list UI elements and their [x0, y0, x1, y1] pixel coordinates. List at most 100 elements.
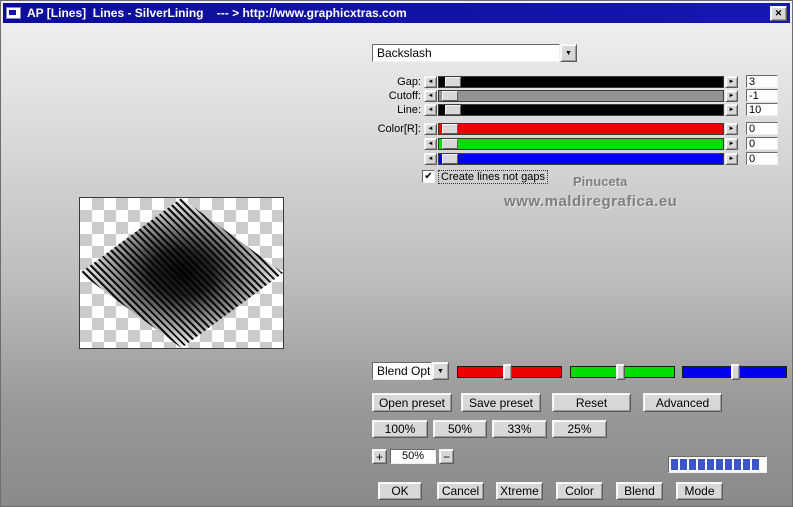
- slider-left-arrow[interactable]: ◄: [424, 152, 437, 165]
- slider-label: Cutoff:: [388, 89, 421, 102]
- slider-label: Gap:: [397, 75, 421, 88]
- blend-options-arrow-button[interactable]: ▼: [432, 362, 449, 380]
- left-arrow-icon: ◄: [427, 78, 434, 85]
- slider-value-gap[interactable]: [746, 75, 778, 88]
- left-arrow-icon: ◄: [427, 155, 434, 162]
- right-arrow-icon: ►: [728, 106, 735, 113]
- zoom-minus-button[interactable]: −: [439, 449, 454, 464]
- slider-thumb[interactable]: [441, 153, 458, 164]
- left-arrow-icon: ◄: [427, 92, 434, 99]
- color-button[interactable]: Color: [556, 482, 603, 500]
- progress-segment: [671, 459, 678, 470]
- plugin-window: AP [Lines] Lines - SilverLining --- > ht…: [0, 0, 793, 507]
- cancel-button[interactable]: Cancel: [437, 482, 484, 500]
- left-arrow-icon: ◄: [427, 106, 434, 113]
- chevron-down-icon: ▼: [437, 367, 444, 375]
- green-channel-slider[interactable]: [570, 364, 675, 380]
- slider-track[interactable]: [438, 103, 724, 116]
- slider-right-arrow[interactable]: ►: [725, 137, 738, 150]
- lines-diamond-graphic: [80, 198, 283, 348]
- progress-segment: [734, 459, 741, 470]
- left-arrow-icon: ◄: [427, 125, 434, 132]
- zoom-plus-button[interactable]: +: [372, 449, 387, 464]
- slider-thumb[interactable]: [444, 104, 461, 115]
- slider-left-arrow[interactable]: ◄: [424, 137, 437, 150]
- ok-button[interactable]: OK: [378, 482, 422, 500]
- slider-row-color-b: ◄ ►: [359, 152, 738, 165]
- slider-right-arrow[interactable]: ►: [725, 75, 738, 88]
- progress-segment: [725, 459, 732, 470]
- slider-label: Line:: [397, 103, 421, 116]
- green-slider-thumb[interactable]: [616, 364, 626, 380]
- slider-thumb[interactable]: [444, 76, 461, 87]
- close-button[interactable]: ✕: [770, 5, 787, 21]
- slider-thumb[interactable]: [441, 138, 458, 149]
- slider-track[interactable]: [438, 137, 724, 150]
- slider-right-arrow[interactable]: ►: [725, 122, 738, 135]
- shape-preset-dropdown[interactable]: Backslash ▼: [372, 44, 577, 62]
- slider-track[interactable]: [438, 75, 724, 88]
- slider-right-arrow[interactable]: ►: [725, 152, 738, 165]
- zoom-50-button[interactable]: 50%: [433, 420, 487, 438]
- blend-options-dropdown[interactable]: Blend Opti ▼: [372, 362, 449, 380]
- create-lines-label[interactable]: Create lines not gaps: [438, 169, 548, 184]
- slider-thumb[interactable]: [441, 123, 458, 134]
- chevron-down-icon: ▼: [565, 49, 572, 57]
- right-arrow-icon: ►: [728, 78, 735, 85]
- progress-segment: [752, 459, 759, 470]
- blend-button[interactable]: Blend: [616, 482, 663, 500]
- zoom-value-display: 50%: [390, 449, 436, 464]
- slider-left-arrow[interactable]: ◄: [424, 103, 437, 116]
- watermark-url: www.maldiregrafica.eu: [504, 193, 678, 210]
- slider-label: Color[R]:: [377, 122, 421, 135]
- slider-left-arrow[interactable]: ◄: [424, 122, 437, 135]
- app-icon: [6, 7, 21, 19]
- right-arrow-icon: ►: [728, 92, 735, 99]
- close-icon: ✕: [774, 7, 783, 18]
- advanced-button[interactable]: Advanced: [643, 393, 722, 412]
- progress-segment: [698, 459, 705, 470]
- right-arrow-icon: ►: [728, 155, 735, 162]
- progress-bar: [668, 456, 767, 473]
- progress-segment: [743, 459, 750, 470]
- slider-row-gap: Gap: ◄ ►: [359, 75, 738, 88]
- zoom-100-button[interactable]: 100%: [372, 420, 428, 438]
- progress-segment: [707, 459, 714, 470]
- slider-row-color-r: Color[R]: ◄ ►: [359, 122, 738, 135]
- preview-canvas[interactable]: [79, 197, 284, 349]
- slider-thumb[interactable]: [441, 90, 458, 101]
- slider-left-arrow[interactable]: ◄: [424, 89, 437, 102]
- watermark-name: Pinuceta: [573, 174, 628, 189]
- create-lines-row: ✔ Create lines not gaps: [422, 169, 548, 184]
- xtreme-button[interactable]: Xtreme: [496, 482, 543, 500]
- blue-slider-thumb[interactable]: [731, 364, 741, 380]
- right-arrow-icon: ►: [728, 125, 735, 132]
- slider-value-line[interactable]: [746, 103, 778, 116]
- blue-channel-slider[interactable]: [682, 364, 787, 380]
- save-preset-button[interactable]: Save preset: [461, 393, 541, 412]
- slider-right-arrow[interactable]: ►: [725, 89, 738, 102]
- create-lines-checkbox[interactable]: ✔: [422, 170, 435, 183]
- red-channel-slider[interactable]: [457, 364, 562, 380]
- slider-value-color-b[interactable]: [746, 152, 778, 165]
- slider-track[interactable]: [438, 89, 724, 102]
- zoom-25-button[interactable]: 25%: [552, 420, 607, 438]
- slider-value-color-r[interactable]: [746, 122, 778, 135]
- progress-segment: [689, 459, 696, 470]
- red-slider-thumb[interactable]: [503, 364, 513, 380]
- mode-button[interactable]: Mode: [676, 482, 723, 500]
- left-arrow-icon: ◄: [427, 140, 434, 147]
- zoom-33-button[interactable]: 33%: [492, 420, 547, 438]
- slider-value-cutoff[interactable]: [746, 89, 778, 102]
- slider-value-color-g[interactable]: [746, 137, 778, 150]
- shape-preset-arrow-button[interactable]: ▼: [560, 44, 577, 62]
- open-preset-button[interactable]: Open preset: [372, 393, 452, 412]
- slider-row-line: Line: ◄ ►: [359, 103, 738, 116]
- slider-left-arrow[interactable]: ◄: [424, 75, 437, 88]
- titlebar: AP [Lines] Lines - SilverLining --- > ht…: [3, 3, 790, 23]
- reset-button[interactable]: Reset: [552, 393, 631, 412]
- slider-track[interactable]: [438, 152, 724, 165]
- slider-track[interactable]: [438, 122, 724, 135]
- slider-row-color-g: ◄ ►: [359, 137, 738, 150]
- slider-right-arrow[interactable]: ►: [725, 103, 738, 116]
